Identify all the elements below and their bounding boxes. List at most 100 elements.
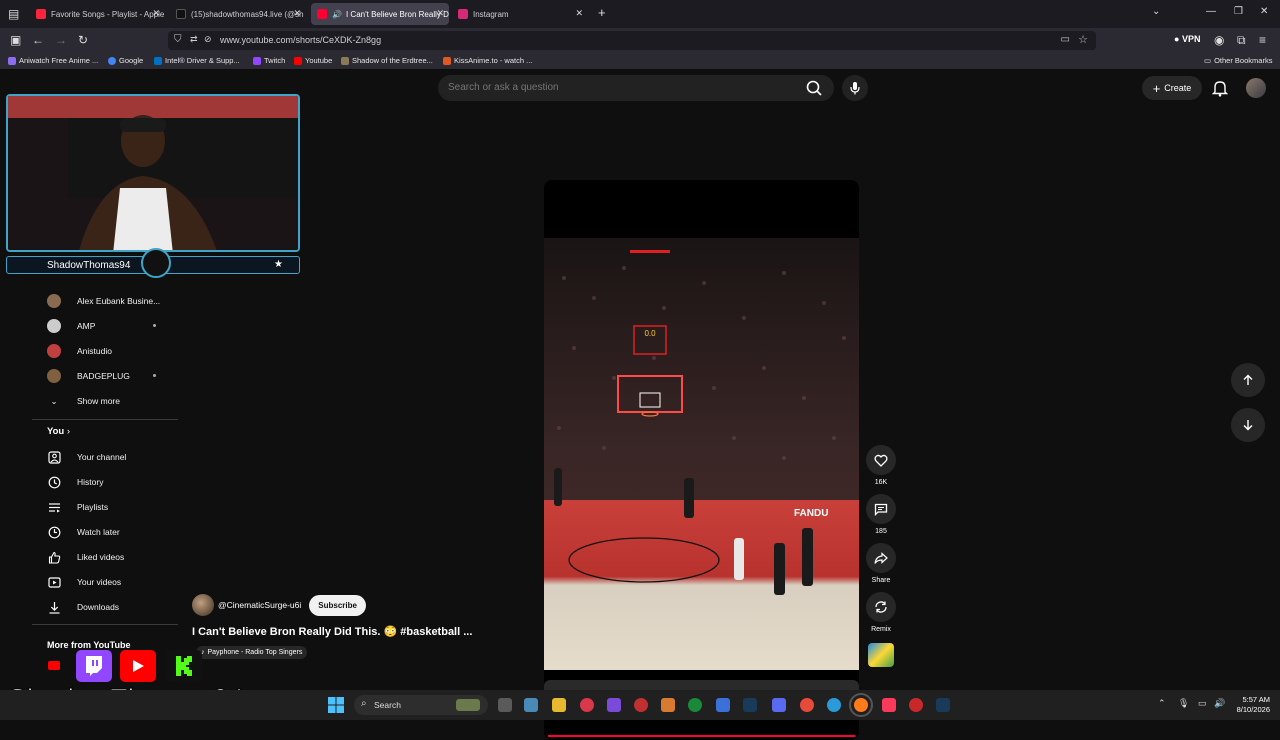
bookmark-youtube[interactable]: Youtube [294, 56, 332, 65]
tab-youtube-short[interactable]: 🔊 I Can't Believe Bron Really D ✕ [311, 3, 449, 25]
task-view-icon[interactable] [498, 698, 512, 712]
address-bar[interactable]: ⛉ ⇄ ⊘ www.youtube.com/shorts/CeXDK-Zn8gg… [168, 31, 1096, 50]
steam-icon[interactable] [743, 698, 757, 712]
share-action[interactable]: Share [866, 543, 896, 584]
sidebar-toggle-icon[interactable]: ▣ [10, 33, 21, 47]
next-short-preview[interactable] [544, 680, 859, 690]
back-icon[interactable]: ← [32, 33, 44, 47]
sidebar-item-liked-videos[interactable]: Liked videos [32, 546, 178, 568]
menu-icon[interactable]: ≡ [1259, 33, 1266, 47]
sidebar-item-playlists[interactable]: Playlists [32, 496, 178, 518]
windows-start-icon[interactable] [328, 697, 344, 713]
like-action[interactable]: 16K [866, 445, 896, 486]
tab-apple-music[interactable]: Favorite Songs - Playlist - Apple ✕ [30, 3, 165, 25]
reader-view-icon[interactable]: ▭ [1061, 34, 1070, 45]
discord-icon[interactable] [772, 698, 786, 712]
search-input[interactable] [448, 82, 788, 93]
sidebar-item-downloads[interactable]: Downloads [32, 596, 178, 618]
short-title[interactable]: I Can't Believe Bron Really Did This. 😳 … [192, 625, 472, 638]
close-icon[interactable]: ✕ [436, 8, 444, 19]
chrome-icon[interactable] [800, 698, 814, 712]
close-icon[interactable]: ✕ [152, 8, 160, 19]
app-icon[interactable] [661, 698, 675, 712]
comment-action[interactable]: 185 [866, 494, 896, 535]
reload-icon[interactable]: ↻ [78, 33, 88, 47]
chevron-down-icon[interactable]: ⌄ [1152, 6, 1160, 17]
app-icon[interactable] [634, 698, 648, 712]
file-explorer-icon[interactable] [552, 698, 566, 712]
subscription-item[interactable]: Anistudio [32, 340, 178, 362]
network-icon[interactable]: ▭ [1198, 698, 1207, 709]
volume-icon[interactable]: 🔊 [1214, 698, 1225, 709]
close-icon[interactable]: ✕ [293, 8, 301, 19]
bookmark-erdtree[interactable]: Shadow of the Erdtree... [341, 56, 433, 65]
sidebar-item-history[interactable]: History [32, 471, 178, 493]
tab-tiktok[interactable]: (15)shadowthomas94.live (@sh ✕ [170, 3, 306, 25]
create-button[interactable]: + Create [1142, 76, 1202, 100]
account-avatar[interactable] [1246, 78, 1266, 98]
youtube-premium-icon[interactable] [48, 661, 60, 670]
notifications-bell-icon[interactable] [1212, 79, 1228, 97]
edge-icon[interactable] [827, 698, 841, 712]
bookmark-star-icon[interactable]: ☆ [1078, 33, 1088, 46]
remix-action[interactable]: Remix [866, 592, 896, 633]
shield-icon[interactable]: ⛉ [174, 34, 182, 45]
system-clock[interactable]: 5:57 AM 8/10/2026 [1232, 695, 1270, 715]
subscription-item[interactable]: AMP [32, 315, 178, 337]
search-box[interactable] [438, 75, 834, 101]
app-icon[interactable] [580, 698, 594, 712]
settings-icon[interactable] [524, 698, 538, 712]
other-bookmarks[interactable]: ▭ Other Bookmarks [1204, 56, 1272, 65]
next-short-button[interactable] [1231, 408, 1265, 442]
url-text[interactable]: www.youtube.com/shorts/CeXDK-Zn8gg [220, 35, 381, 45]
sidebar-item-watch-later[interactable]: Watch later [32, 521, 178, 543]
app-icon[interactable] [607, 698, 621, 712]
comment-button[interactable] [866, 494, 896, 524]
you-section-header[interactable]: You › [47, 426, 70, 437]
channel-name[interactable]: @CinematicSurge-u6i [218, 600, 301, 610]
sound-thumbnail[interactable] [868, 643, 894, 667]
bookmark-twitch[interactable]: Twitch [253, 56, 285, 65]
minimize-icon[interactable]: — [1206, 6, 1216, 17]
window-close-icon[interactable]: ✕ [1260, 6, 1268, 17]
basketball-video-frame[interactable]: 0.0 FANDU [544, 238, 859, 670]
previous-short-button[interactable] [1231, 363, 1265, 397]
bookmark-aniwatch[interactable]: Aniwatch Free Anime ... [8, 56, 98, 65]
maximize-icon[interactable]: ❐ [1234, 6, 1243, 17]
like-button[interactable] [866, 445, 896, 475]
bookmark-kissanime[interactable]: KissAnime.to - watch ... [443, 56, 532, 65]
close-icon[interactable]: ✕ [575, 8, 583, 19]
speaker-icon[interactable]: 🔊 [332, 10, 342, 19]
voice-search-button[interactable] [842, 75, 868, 101]
vpn-button[interactable]: ● VPN [1174, 34, 1200, 44]
subscribe-button[interactable]: Subscribe [309, 594, 366, 616]
tab-instagram[interactable]: Instagram ✕ [452, 3, 588, 25]
chevron-up-icon[interactable]: ⌃ [1158, 698, 1166, 709]
new-tab-icon[interactable]: + [598, 5, 606, 20]
steam-icon[interactable] [936, 698, 950, 712]
bookmark-intel[interactable]: Intel® Driver & Supp... [154, 56, 240, 65]
bookmark-google[interactable]: Google [108, 56, 143, 65]
sidebar-item-your-channel[interactable]: Your channel [32, 446, 178, 468]
taskbar-search[interactable]: ⌕ Search [354, 695, 488, 715]
search-icon[interactable] [804, 78, 824, 98]
shorts-player[interactable]: 0.0 FANDU [544, 180, 859, 740]
microphone-icon[interactable]: 🎙 [1178, 698, 1189, 709]
video-progress-bar[interactable] [548, 735, 855, 737]
permissions-icon[interactable]: ⇄ [190, 34, 198, 45]
subscription-item[interactable]: BADGEPLUG [32, 365, 178, 387]
subscription-item[interactable]: Alex Eubank Busine... [32, 290, 178, 312]
app-icon[interactable] [716, 698, 730, 712]
site-info-icon[interactable]: ⊘ [204, 34, 212, 45]
sidebar-item-your-videos[interactable]: Your videos [32, 571, 178, 593]
channel-avatar[interactable] [192, 594, 214, 616]
app-icon[interactable] [909, 698, 923, 712]
remix-button[interactable] [866, 592, 896, 622]
firefox-icon[interactable] [849, 693, 873, 717]
sound-chip[interactable]: ♪ Payphone - Radio Top Singers [196, 646, 308, 659]
forward-icon[interactable]: → [55, 33, 67, 47]
xbox-icon[interactable] [688, 698, 702, 712]
show-more-button[interactable]: ⌄ Show more [32, 390, 178, 412]
share-button[interactable] [866, 543, 896, 573]
account-icon[interactable]: ◉ [1214, 33, 1224, 47]
